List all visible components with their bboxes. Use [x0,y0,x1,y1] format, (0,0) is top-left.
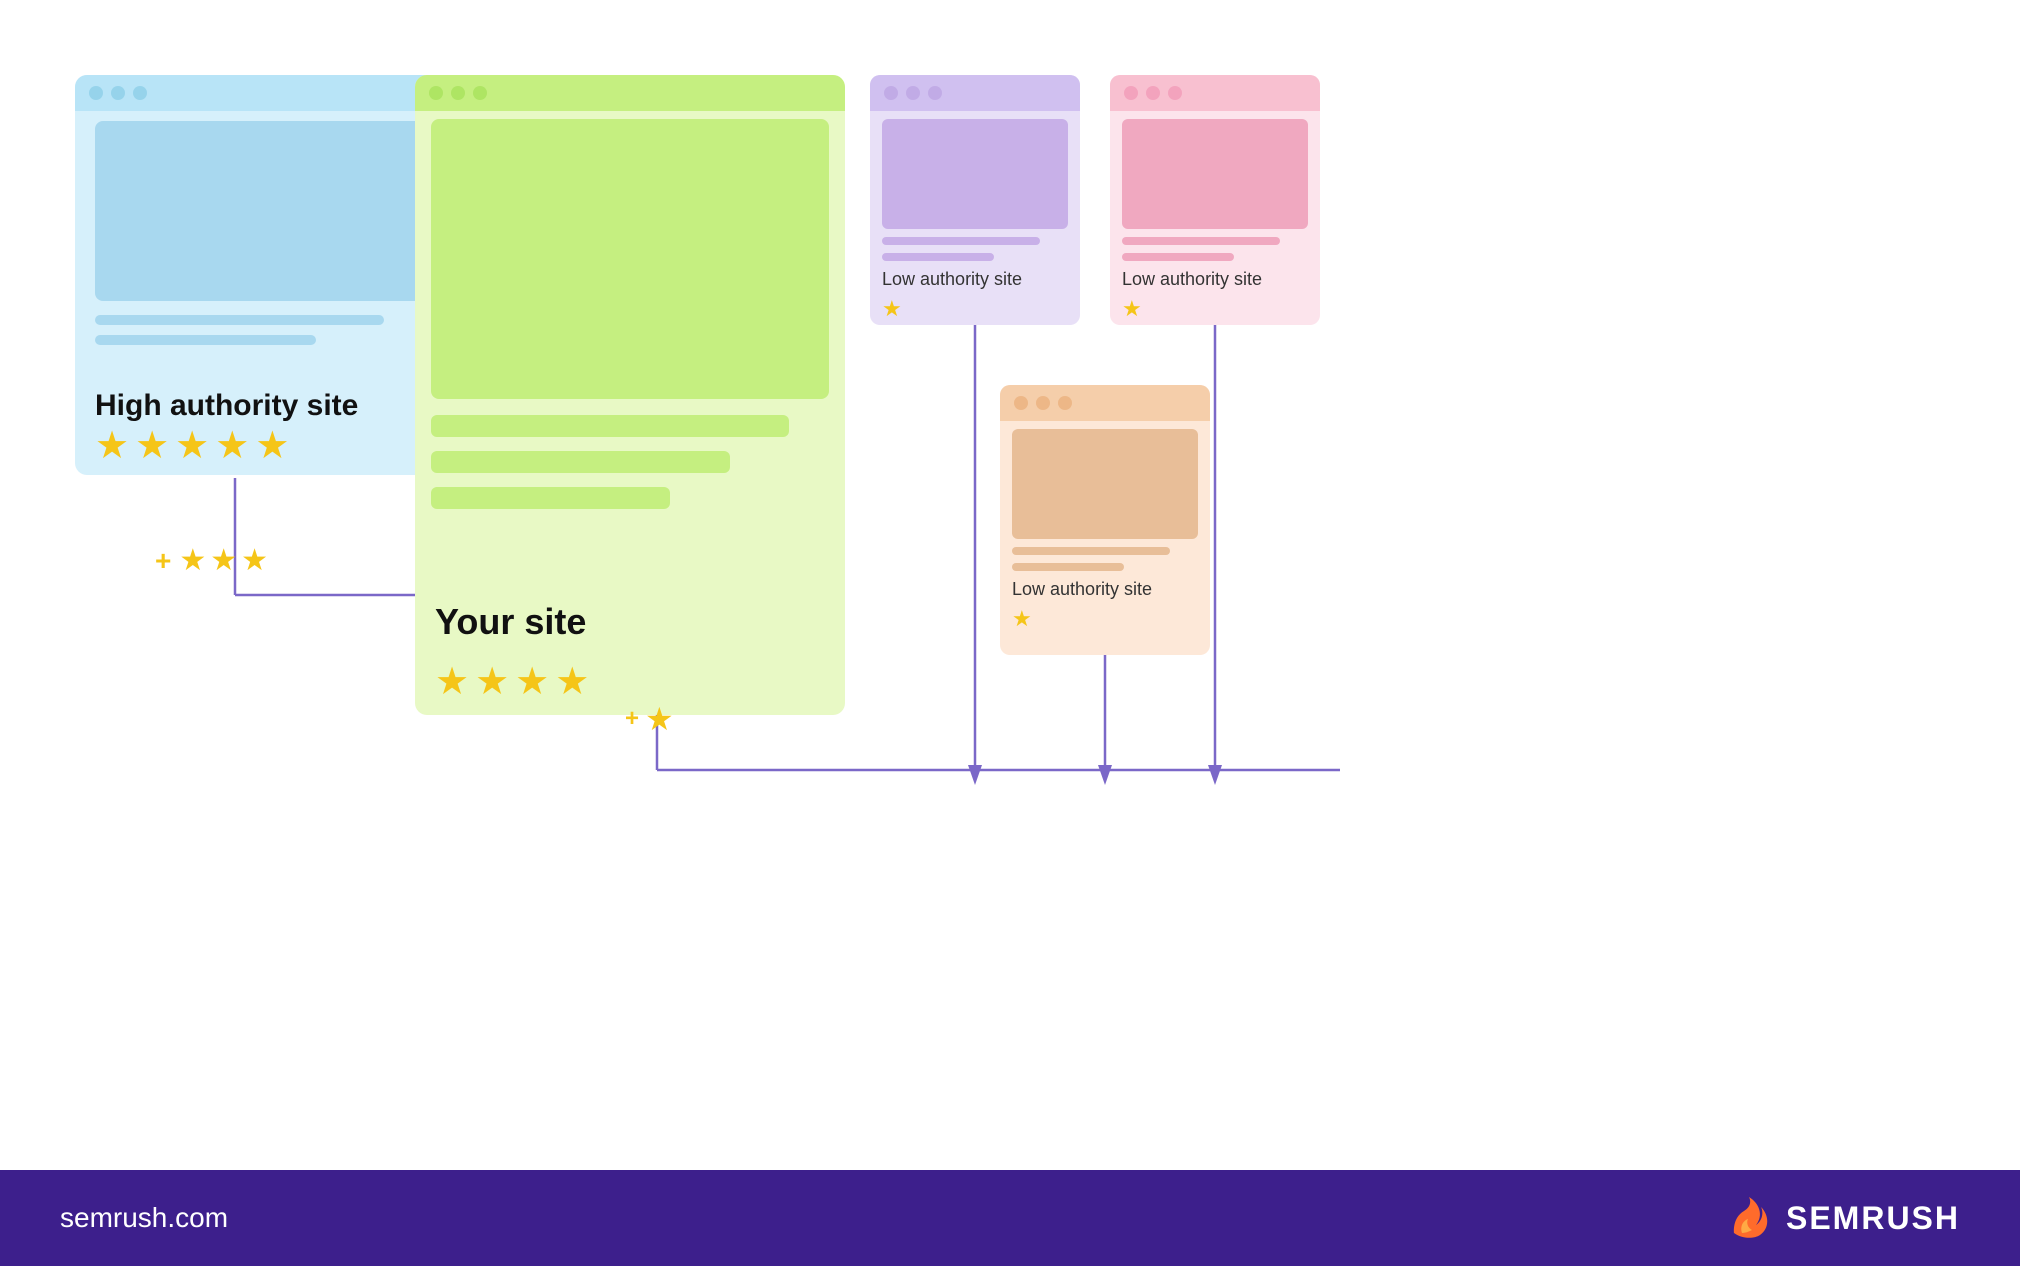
traveling-star-3: ★ [241,546,268,576]
low-authority-pink-label: Low authority site [1110,269,1320,290]
browser-dot-1 [884,86,898,100]
your-site-content [431,415,829,509]
your-site-image [431,119,829,399]
star-2: ★ [135,427,169,465]
purple-site-image [882,119,1068,229]
browser-titlebar-high [75,75,455,111]
pink-site-image [1122,119,1308,229]
low-authority-pink-browser: Low authority site ★ [1110,75,1320,325]
traveling-star-low: + ★ [625,700,674,738]
content-line [431,451,730,473]
traveling-stars-high: + ★ ★ ★ [155,545,268,577]
browser-titlebar-peach [1000,385,1210,421]
low-authority-peach-browser: Low authority site ★ [1000,385,1210,655]
traveling-star-2: ★ [210,546,237,576]
footer-domain: semrush.com [60,1202,228,1234]
high-authority-browser: High authority site ★ ★ ★ ★ ★ [75,75,455,475]
browser-dot-3 [1058,396,1072,410]
browser-dot-2 [906,86,920,100]
star-5: ★ [255,427,289,465]
low-authority-pink-star: ★ [1110,290,1320,322]
high-site-content [95,315,435,345]
browser-dot-3 [473,86,487,100]
high-authority-label: High authority site [95,389,358,423]
content-line [1012,563,1124,571]
star-3: ★ [175,427,209,465]
content-line [882,253,994,261]
low-authority-peach-star: ★ [1000,600,1210,632]
star-1: ★ [95,427,129,465]
purple-site-content [882,237,1068,261]
footer: semrush.com SEMRUSH [0,1170,2020,1266]
plus-low: + [625,705,639,733]
content-line [1122,253,1234,261]
content-line [882,237,1040,245]
main-content: High authority site ★ ★ ★ ★ ★ + ★ ★ ★ [0,0,2020,1170]
low-authority-purple-star: ★ [870,290,1080,322]
your-site-browser: Your site ★ ★ ★ ★ [415,75,845,715]
browser-dot-1 [429,86,443,100]
content-line [1012,547,1170,555]
plus-high: + [155,545,171,577]
content-line [431,487,670,509]
browser-titlebar-yours [415,75,845,111]
browser-dot-3 [133,86,147,100]
low-authority-purple-browser: Low authority site ★ [870,75,1080,325]
your-site-label: Your site [435,601,586,643]
star-1: ★ [435,663,469,701]
browser-dot-2 [1036,396,1050,410]
content-line [431,415,789,437]
browser-titlebar-pink [1110,75,1320,111]
traveling-star-1: ★ [179,546,206,576]
browser-dot-1 [89,86,103,100]
browser-dot-1 [1124,86,1138,100]
star-3: ★ [515,663,549,701]
browser-dot-1 [1014,396,1028,410]
content-line [95,335,316,345]
high-site-image [95,121,435,301]
browser-dot-3 [1168,86,1182,100]
low-authority-purple-label: Low authority site [870,269,1080,290]
content-line [1122,237,1280,245]
browser-titlebar-purple [870,75,1080,111]
low-authority-peach-label: Low authority site [1000,579,1210,600]
semrush-brand-name: SEMRUSH [1786,1200,1960,1237]
browser-dot-2 [1146,86,1160,100]
browser-dot-3 [928,86,942,100]
traveling-star-low: ★ [645,700,674,738]
peach-site-content [1012,547,1198,571]
peach-site-image [1012,429,1198,539]
star-2: ★ [475,663,509,701]
semrush-logo: SEMRUSH [1724,1193,1960,1243]
star-4: ★ [555,663,589,701]
your-site-stars: ★ ★ ★ ★ [435,663,589,701]
browser-dot-2 [451,86,465,100]
semrush-icon [1724,1193,1774,1243]
browser-dot-2 [111,86,125,100]
pink-site-content [1122,237,1308,261]
content-line [95,315,384,325]
high-authority-stars: ★ ★ ★ ★ ★ [95,427,289,465]
star-4: ★ [215,427,249,465]
